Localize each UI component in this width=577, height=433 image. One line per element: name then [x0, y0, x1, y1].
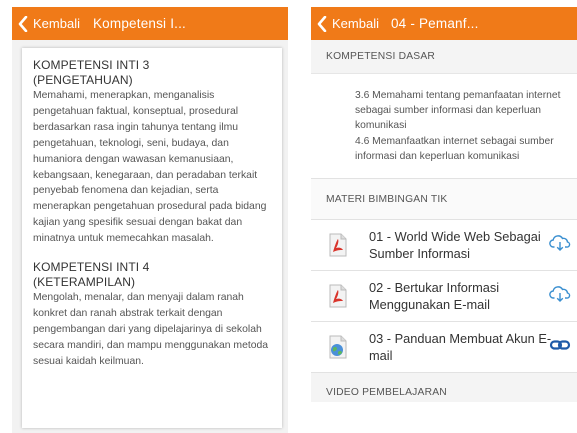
section-body: Mengolah, menalar, dan menyaji dalam ran… [33, 292, 269, 367]
pdf-file-icon [328, 284, 348, 308]
section-heading: KOMPETENSI INTI 3 [33, 58, 150, 72]
materi-title: 03 - Panduan Membuat Akun E-mail [369, 331, 552, 364]
cloud-download-icon[interactable] [549, 286, 571, 303]
right-screen: Kembali 04 - Pemanf... KOMPETENSI DASAR … [311, 7, 577, 433]
section-body: Memahami, menerapkan, menganalisis penge… [33, 90, 267, 245]
left-screen: Kembali Kompetensi I... KOMPETENSI INTI … [12, 7, 288, 433]
kd-item: 4.6 Memanfaatkan internet sebagai sumber… [355, 135, 554, 162]
kompetensi-dasar-content: 3.6 Memahami tentang pemanfaatan interne… [311, 73, 577, 178]
kompetensi-dasar-heading: KOMPETENSI DASAR [311, 40, 577, 73]
page-title: Kompetensi I... [92, 16, 187, 31]
web-file-icon [328, 335, 348, 359]
left-header-bar: Kembali Kompetensi I... [12, 7, 288, 40]
back-button[interactable]: Kembali [332, 16, 379, 31]
kompetensi-inti-4: KOMPETENSI INTI 4 (KETERAMPILAN) Mengola… [33, 260, 274, 370]
materi-title: 01 - World Wide Web Sebagai Sumber Infor… [369, 229, 541, 262]
materi-heading: MATERI BIMBINGAN TIK [311, 178, 577, 220]
cloud-download-icon[interactable] [549, 235, 571, 252]
pdf-file-icon [328, 233, 348, 257]
list-item-materi-01[interactable]: 01 - World Wide Web Sebagai Sumber Infor… [311, 219, 577, 270]
link-icon[interactable] [549, 337, 571, 353]
section-heading: KOMPETENSI INTI 4 [33, 260, 150, 275]
kd-item: 3.6 Memahami tentang pemanfaatan interne… [355, 90, 561, 132]
materi-title: 02 - Bertukar Informasi Menggunakan E-ma… [369, 280, 500, 313]
back-chevron-icon[interactable] [317, 14, 331, 34]
back-button[interactable]: Kembali [33, 16, 80, 31]
video-heading: VIDEO PEMBELAJARAN [311, 372, 577, 403]
list-item-materi-03[interactable]: 03 - Panduan Membuat Akun E-mail [311, 321, 577, 372]
list-item-materi-02[interactable]: 02 - Bertukar Informasi Menggunakan E-ma… [311, 270, 577, 321]
kompetensi-inti-card: KOMPETENSI INTI 3 (PENGETAHUAN) Memahami… [22, 48, 282, 428]
right-header-bar: Kembali 04 - Pemanf... [311, 7, 577, 40]
back-chevron-icon[interactable] [18, 14, 32, 34]
page-title: 04 - Pemanf... [390, 16, 479, 31]
kompetensi-inti-3: KOMPETENSI INTI 3 (PENGETAHUAN) Memahami… [33, 58, 274, 247]
section-subheading: (PENGETAHUAN) [33, 73, 133, 87]
section-subheading: (KETERAMPILAN) [33, 275, 136, 290]
